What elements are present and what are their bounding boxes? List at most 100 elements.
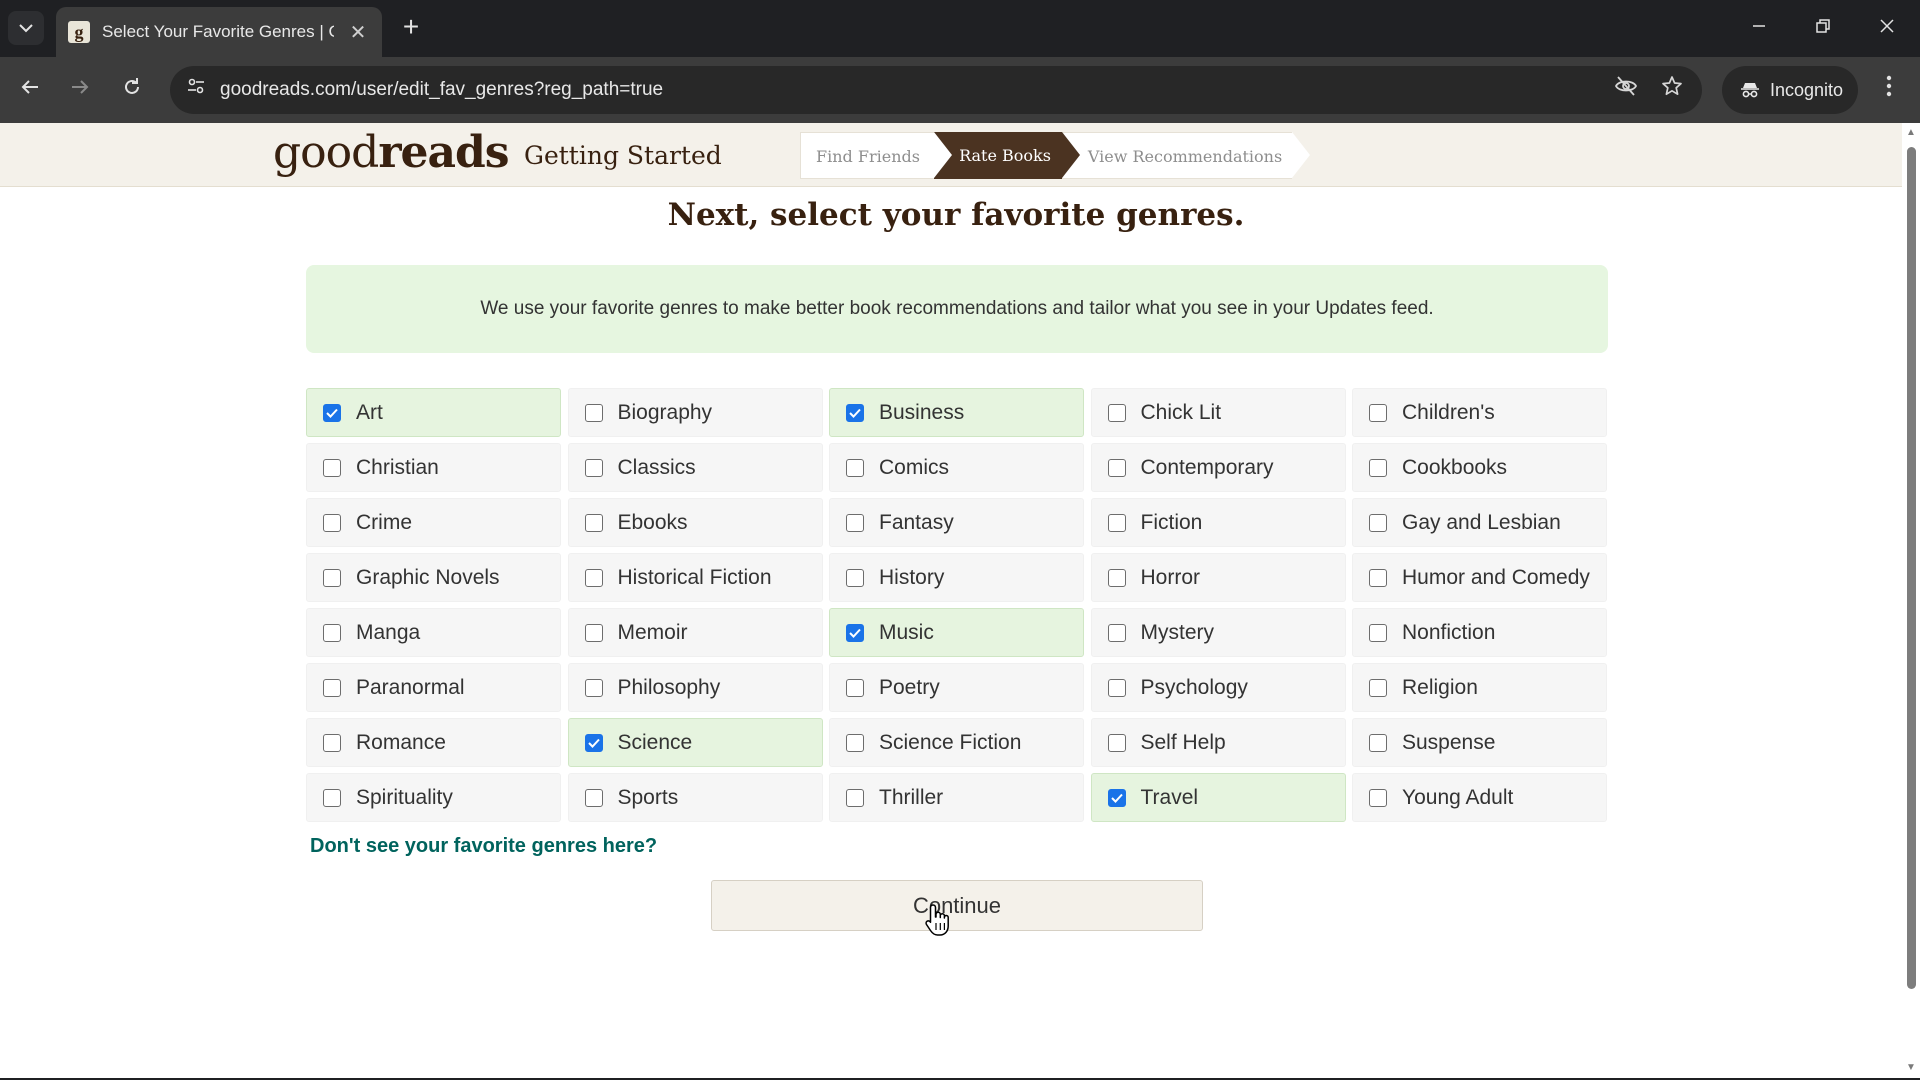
genre-checkbox[interactable] xyxy=(584,513,603,532)
browser-tab-active[interactable]: g Select Your Favorite Genres | Goodread… xyxy=(56,7,382,57)
genre-checkbox[interactable] xyxy=(1369,733,1387,752)
bookmark-button[interactable] xyxy=(1656,74,1688,106)
goodreads-logo[interactable]: goodreads xyxy=(273,127,510,178)
genre-option-suspense[interactable]: Suspense xyxy=(1352,718,1607,767)
genre-checkbox[interactable] xyxy=(1107,788,1126,807)
genre-checkbox[interactable] xyxy=(1107,678,1126,697)
genre-option-paranormal[interactable]: Paranormal xyxy=(306,663,561,712)
site-info-button[interactable] xyxy=(180,74,212,106)
genre-checkbox[interactable] xyxy=(846,568,864,587)
genre-option-travel[interactable]: Travel xyxy=(1090,773,1346,822)
genre-checkbox[interactable] xyxy=(1369,788,1387,807)
genre-option-contemporary[interactable]: Contemporary xyxy=(1090,443,1346,492)
genre-option-art[interactable]: Art xyxy=(306,388,561,437)
genre-checkbox[interactable] xyxy=(1369,403,1387,422)
scrollbar-thumb[interactable] xyxy=(1907,147,1916,989)
genre-option-poetry[interactable]: Poetry xyxy=(829,663,1084,712)
url-text[interactable]: goodreads.com/user/edit_fav_genres?reg_p… xyxy=(220,66,663,114)
genre-option-crime[interactable]: Crime xyxy=(306,498,561,547)
genre-checkbox[interactable] xyxy=(846,733,864,752)
genre-option-humor-and-comedy[interactable]: Humor and Comedy xyxy=(1352,553,1607,602)
genre-option-nonfiction[interactable]: Nonfiction xyxy=(1352,608,1607,657)
genre-option-psychology[interactable]: Psychology xyxy=(1090,663,1346,712)
genre-checkbox[interactable] xyxy=(584,788,603,807)
genre-option-religion[interactable]: Religion xyxy=(1352,663,1607,712)
genre-checkbox[interactable] xyxy=(846,788,864,807)
genre-checkbox[interactable] xyxy=(323,623,341,642)
genre-option-thriller[interactable]: Thriller xyxy=(829,773,1084,822)
genre-checkbox[interactable] xyxy=(323,458,341,477)
continue-button[interactable]: Continue xyxy=(711,880,1203,931)
new-tab-button[interactable]: + xyxy=(396,12,426,42)
genre-checkbox[interactable] xyxy=(584,458,603,477)
genre-option-science[interactable]: Science xyxy=(567,718,823,767)
genre-option-gay-and-lesbian[interactable]: Gay and Lesbian xyxy=(1352,498,1607,547)
genre-checkbox[interactable] xyxy=(1369,678,1387,697)
scroll-up-arrow-icon[interactable]: ▲ xyxy=(1905,127,1917,139)
browser-menu-button[interactable] xyxy=(1874,73,1904,107)
genre-checkbox[interactable] xyxy=(846,678,864,697)
genre-checkbox[interactable] xyxy=(323,403,341,422)
genre-option-mystery[interactable]: Mystery xyxy=(1090,608,1346,657)
more-genres-link[interactable]: Don't see your favorite genres here? xyxy=(310,835,657,858)
genre-option-young-adult[interactable]: Young Adult xyxy=(1352,773,1607,822)
genre-checkbox[interactable] xyxy=(1107,513,1126,532)
genre-checkbox[interactable] xyxy=(846,458,864,477)
genre-option-ebooks[interactable]: Ebooks xyxy=(567,498,823,547)
genre-option-classics[interactable]: Classics xyxy=(567,443,823,492)
genre-option-philosophy[interactable]: Philosophy xyxy=(567,663,823,712)
window-close-button[interactable] xyxy=(1864,12,1910,44)
genre-option-fiction[interactable]: Fiction xyxy=(1090,498,1346,547)
tab-close-button[interactable]: ✕ xyxy=(346,20,370,45)
genre-checkbox[interactable] xyxy=(584,678,603,697)
genre-option-music[interactable]: Music xyxy=(829,608,1084,657)
genre-checkbox[interactable] xyxy=(1107,568,1126,587)
genre-checkbox[interactable] xyxy=(323,733,341,752)
vertical-scrollbar[interactable]: ▲ ▼ xyxy=(1902,123,1920,1078)
genre-checkbox[interactable] xyxy=(846,623,864,642)
genre-checkbox[interactable] xyxy=(323,513,341,532)
genre-checkbox[interactable] xyxy=(323,678,341,697)
genre-checkbox[interactable] xyxy=(1107,623,1126,642)
genre-option-historical-fiction[interactable]: Historical Fiction xyxy=(567,553,823,602)
genre-option-children-s[interactable]: Children's xyxy=(1352,388,1607,437)
genre-option-sports[interactable]: Sports xyxy=(567,773,823,822)
genre-checkbox[interactable] xyxy=(1369,568,1387,587)
genre-option-memoir[interactable]: Memoir xyxy=(567,608,823,657)
genre-checkbox[interactable] xyxy=(584,403,603,422)
genre-option-cookbooks[interactable]: Cookbooks xyxy=(1352,443,1607,492)
genre-checkbox[interactable] xyxy=(584,568,603,587)
tab-search-button[interactable] xyxy=(8,11,44,45)
address-bar[interactable]: goodreads.com/user/edit_fav_genres?reg_p… xyxy=(170,66,1702,114)
genre-option-romance[interactable]: Romance xyxy=(306,718,561,767)
genre-checkbox[interactable] xyxy=(323,568,341,587)
genre-checkbox[interactable] xyxy=(846,513,864,532)
genre-checkbox[interactable] xyxy=(323,788,341,807)
tracking-protection-button[interactable] xyxy=(1610,74,1642,106)
reload-button[interactable] xyxy=(115,73,149,107)
genre-option-biography[interactable]: Biography xyxy=(567,388,823,437)
genre-option-self-help[interactable]: Self Help xyxy=(1090,718,1346,767)
window-minimize-button[interactable] xyxy=(1736,12,1782,44)
genre-checkbox[interactable] xyxy=(1107,733,1126,752)
genre-checkbox[interactable] xyxy=(584,733,603,752)
genre-option-business[interactable]: Business xyxy=(829,388,1084,437)
genre-checkbox[interactable] xyxy=(1107,403,1126,422)
genre-option-history[interactable]: History xyxy=(829,553,1084,602)
genre-checkbox[interactable] xyxy=(584,623,603,642)
genre-option-spirituality[interactable]: Spirituality xyxy=(306,773,561,822)
scroll-down-arrow-icon[interactable]: ▼ xyxy=(1905,1062,1917,1074)
genre-option-horror[interactable]: Horror xyxy=(1090,553,1346,602)
genre-checkbox[interactable] xyxy=(1107,458,1126,477)
genre-option-manga[interactable]: Manga xyxy=(306,608,561,657)
genre-checkbox[interactable] xyxy=(1369,623,1387,642)
incognito-badge[interactable]: Incognito xyxy=(1722,66,1858,114)
window-restore-button[interactable] xyxy=(1800,12,1846,44)
genre-checkbox[interactable] xyxy=(846,403,864,422)
back-button[interactable] xyxy=(13,73,47,107)
genre-checkbox[interactable] xyxy=(1369,458,1387,477)
genre-option-comics[interactable]: Comics xyxy=(829,443,1084,492)
genre-option-science-fiction[interactable]: Science Fiction xyxy=(829,718,1084,767)
genre-option-christian[interactable]: Christian xyxy=(306,443,561,492)
genre-option-graphic-novels[interactable]: Graphic Novels xyxy=(306,553,561,602)
